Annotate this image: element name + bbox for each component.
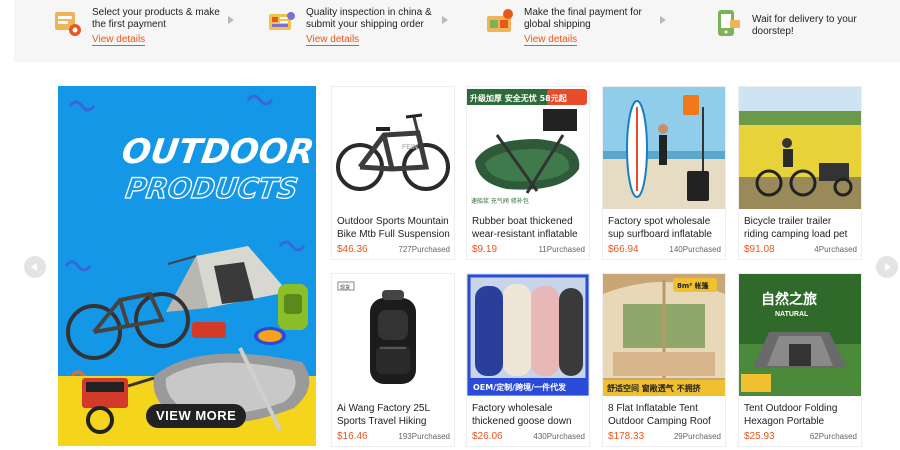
banner-title: OUTDOOR xyxy=(119,132,316,172)
product-purchased-count: 727Purchased xyxy=(398,245,450,254)
product-price: $66.94 xyxy=(608,244,639,255)
product-image-text: FEIN xyxy=(402,144,418,151)
product-image-mountain-bike: FEIN xyxy=(332,87,454,209)
product-badge: 舒适空间 窗敞透气 不拥挤 xyxy=(606,383,702,393)
product-image-inflatable-tent: 8m² 帐篷 舒适空间 窗敞透气 不拥挤 xyxy=(603,274,725,396)
product-title: Factory wholesale thickened goose down s… xyxy=(472,403,572,427)
product-card[interactable]: Factory spot wholesale sup surfboard inf… xyxy=(602,86,726,260)
product-purchased-count: 193Purchased xyxy=(398,432,450,441)
product-image-rubber-boat: 升级加厚 安全无忧 58元起 速船浆 充气阀 修补包 xyxy=(467,87,589,209)
product-title: Rubber boat thickened wear-resistant inf… xyxy=(472,216,578,240)
step-3-text: Make the final payment for global shippi… xyxy=(524,7,642,30)
product-image-text: 速船浆 充气阀 修补包 xyxy=(471,197,529,205)
product-price: $16.46 xyxy=(337,431,368,442)
product-title: 8 Flat Inflatable Tent Outdoor Camping R… xyxy=(608,403,711,427)
product-card[interactable]: OEM/定制/跨境/一件代发 Factory wholesale thicken… xyxy=(466,273,590,447)
outdoor-products-banner[interactable]: OUTDOOR PRODUCTS VIEW MORE xyxy=(58,86,316,446)
product-price: $25.93 xyxy=(744,431,775,442)
product-purchased-count: 430Purchased xyxy=(533,432,585,441)
carousel-next-button[interactable] xyxy=(876,256,898,278)
product-image-sup-surfboard xyxy=(603,87,725,209)
cart-box-icon xyxy=(55,12,81,36)
product-title: Ai Wang Factory 25L Sports Travel Hiking… xyxy=(337,403,430,427)
product-title: Outdoor Sports Mountain Bike Mtb Full Su… xyxy=(337,216,450,240)
product-price: $26.06 xyxy=(472,431,503,442)
step-4-text: Wait for delivery to your doorstep! xyxy=(752,14,857,37)
product-badge: OEM/定制/跨境/一件代发 xyxy=(473,382,567,392)
step-2-text: Quality inspection in china & submit you… xyxy=(306,7,432,30)
step-1-view-details-link[interactable]: View details xyxy=(92,34,146,46)
view-more-button[interactable]: VIEW MORE xyxy=(146,404,247,428)
step-2: Quality inspection in china & submit you… xyxy=(266,0,486,62)
product-image-hexagon-tent: 自然之旅 NATURAL xyxy=(739,274,861,396)
product-price: $9.19 xyxy=(472,244,498,255)
product-price: $178.33 xyxy=(608,431,645,442)
product-card[interactable]: Bicycle trailer trailer riding camping l… xyxy=(738,86,862,260)
step-arrow-icon xyxy=(660,16,666,24)
product-purchased-count: 11Purchased xyxy=(538,245,585,254)
step-1-text: Select your products & make the first pa… xyxy=(92,7,220,30)
step-arrow-icon xyxy=(228,16,234,24)
product-title: Tent Outdoor Folding Hexagon Portable In… xyxy=(744,403,838,427)
product-price: $46.36 xyxy=(337,244,368,255)
step-4: Wait for delivery to your doorstep! xyxy=(712,0,892,62)
step-3-view-details-link[interactable]: View details xyxy=(524,34,578,46)
product-image-backpack: 现货 xyxy=(332,274,454,396)
product-image-text: NATURAL xyxy=(775,311,809,318)
product-image-sleeping-bags: OEM/定制/跨境/一件代发 xyxy=(467,274,589,396)
product-card[interactable]: 8m² 帐篷 舒适空间 窗敞透气 不拥挤 8 Flat Inflatable T… xyxy=(602,273,726,447)
product-badge: 现货 xyxy=(340,284,350,291)
product-card[interactable]: 升级加厚 安全无忧 58元起 速船浆 充气阀 修补包 Rubber boat t… xyxy=(466,86,590,260)
phone-delivery-icon xyxy=(718,10,740,36)
product-purchased-count: 140Purchased xyxy=(669,245,721,254)
product-purchased-count: 29Purchased xyxy=(673,432,721,441)
product-purchased-count: 4Purchased xyxy=(814,245,857,254)
step-arrow-icon xyxy=(442,16,448,24)
product-badge: 自然之旅 xyxy=(761,291,817,308)
product-price: $91.08 xyxy=(744,244,775,255)
step-2-view-details-link[interactable]: View details xyxy=(306,34,360,46)
product-title: Factory spot wholesale sup surfboard inf… xyxy=(608,216,712,240)
product-title: Bicycle trailer trailer riding camping l… xyxy=(744,216,848,240)
step-1: Select your products & make the first pa… xyxy=(52,0,272,62)
order-process-steps: Select your products & make the first pa… xyxy=(14,0,900,62)
product-badge: 升级加厚 安全无忧 58元起 xyxy=(470,93,568,103)
step-3: Make the final payment for global shippi… xyxy=(484,0,704,62)
banner-subtitle: PRODUCTS xyxy=(123,171,301,205)
product-card[interactable]: 现货 Ai Wang Factory 25L Sports Travel Hik… xyxy=(331,273,455,447)
product-image-text: 8m² 帐篷 xyxy=(677,281,710,290)
inspection-icon xyxy=(269,12,295,30)
carousel-prev-button[interactable] xyxy=(24,256,46,278)
product-card[interactable]: 自然之旅 NATURAL Tent Outdoor Folding Hexago… xyxy=(738,273,862,447)
product-image-bicycle-trailer xyxy=(739,87,861,209)
product-card[interactable]: FEIN Outdoor Sports Mountain Bike Mtb Fu… xyxy=(331,86,455,260)
global-shipping-icon xyxy=(487,9,513,32)
product-purchased-count: 62Purchased xyxy=(809,432,857,441)
